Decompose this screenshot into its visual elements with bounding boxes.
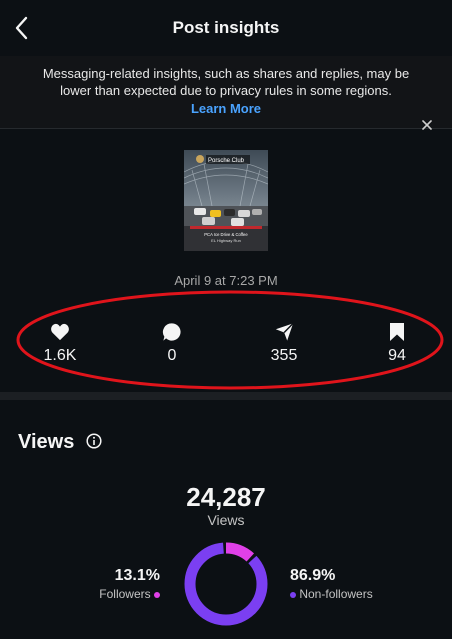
comment-icon — [162, 323, 181, 341]
page-title: Post insights — [172, 18, 280, 37]
header: Post insights — [0, 0, 452, 56]
saves-count: 94 — [388, 347, 406, 364]
followers-legend: Followers — [60, 587, 160, 601]
saves-metric[interactable]: 94 — [362, 322, 432, 365]
views-section-title: Views — [18, 431, 75, 453]
post-insights-screen: Post insights Messaging-related insights… — [0, 0, 452, 639]
non-followers-label: Non-followers — [299, 587, 373, 601]
followers-percentage: 13.1% — [114, 567, 160, 584]
thumb-caption-1: PCA Ice Drive & Coffee — [204, 232, 248, 237]
shares-metric[interactable]: 355 — [249, 322, 319, 365]
likes-count: 1.6K — [43, 347, 77, 364]
views-total-label: Views — [207, 512, 245, 528]
non-followers-legend: Non-followers — [290, 587, 373, 601]
post-date: April 9 at 7:23 PM — [174, 273, 278, 288]
share-icon — [275, 322, 294, 341]
thumb-brand: Porsche Club — [208, 158, 245, 164]
post-thumbnail[interactable]: Porsche Club PCA Ice Drive & Coffee EL H… — [184, 150, 268, 251]
section-divider — [0, 392, 452, 400]
heart-icon — [51, 323, 69, 341]
likes-metric[interactable]: 1.6K — [25, 322, 95, 365]
followers-label: Followers — [99, 587, 151, 601]
banner-text: Messaging-related insights, such as shar… — [42, 66, 410, 98]
comments-metric[interactable]: 0 — [137, 322, 207, 365]
info-icon[interactable] — [86, 433, 102, 449]
views-donut-chart — [184, 542, 268, 626]
views-total: 24,287 — [186, 482, 266, 512]
bookmark-icon — [390, 323, 404, 341]
non-followers-dot — [290, 591, 296, 598]
privacy-notice-banner: Messaging-related insights, such as shar… — [0, 56, 452, 130]
shares-count: 355 — [270, 347, 298, 364]
post-image: Porsche Club PCA Ice Drive & Coffee EL H… — [184, 150, 268, 251]
learn-more-link[interactable]: Learn More — [0, 101, 452, 116]
thumb-caption-2: EL Highway Run — [211, 238, 241, 243]
close-icon[interactable] — [418, 116, 436, 134]
non-followers-segment — [184, 542, 268, 626]
non-followers-percentage: 86.9% — [290, 567, 336, 584]
followers-dot — [154, 591, 160, 598]
comments-count: 0 — [167, 347, 177, 364]
